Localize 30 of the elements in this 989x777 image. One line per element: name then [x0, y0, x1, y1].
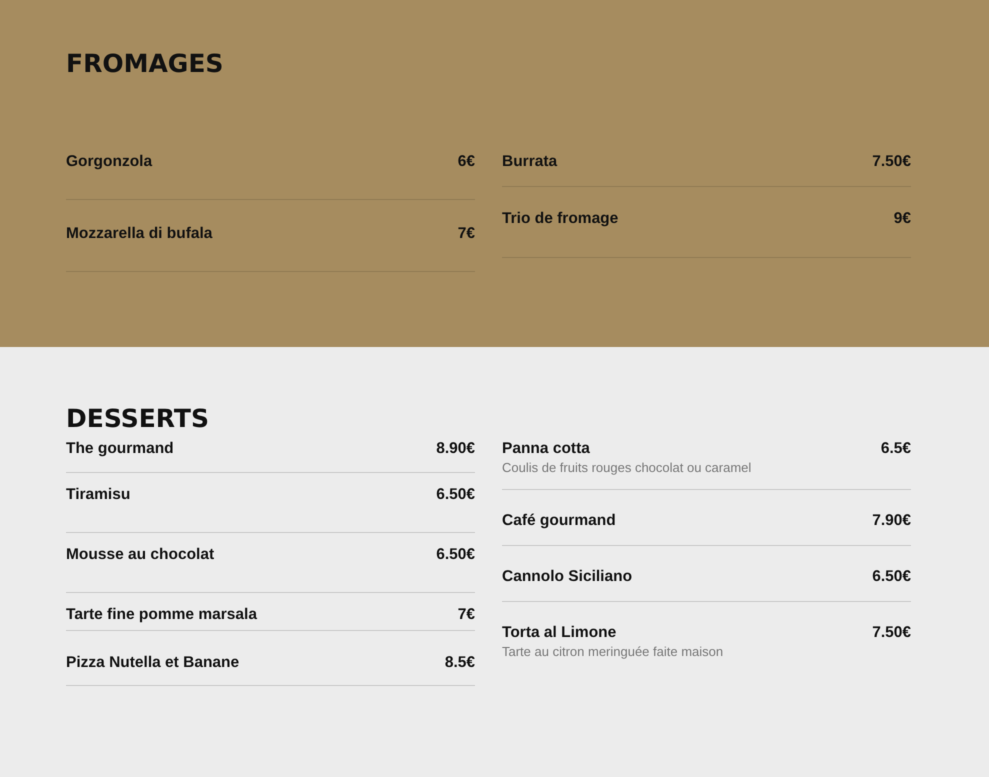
- dish-name: Panna cotta: [502, 439, 590, 459]
- dish-price: 9€: [894, 209, 911, 229]
- dish-name: Burrata: [502, 152, 558, 172]
- dish-name: Tarte fine pomme marsala: [66, 605, 257, 625]
- dish-price: 6.50€: [436, 485, 475, 505]
- dish-name: Café gourmand: [502, 511, 616, 531]
- dish-price: 6€: [458, 152, 475, 172]
- dish-name: Mozzarella di bufala: [66, 224, 212, 244]
- dish-description: Coulis de fruits rouges chocolat ou caramel: [502, 460, 752, 476]
- section-title: DESSERTS: [66, 403, 209, 435]
- dish-name: Tiramisu: [66, 485, 130, 505]
- section-title: FROMAGES: [66, 48, 224, 80]
- dish-price: 8.90€: [436, 439, 475, 459]
- dish-price: 8.5€: [444, 653, 475, 673]
- dish-price: 6.5€: [880, 439, 911, 459]
- dish-price: 6.50€: [872, 567, 911, 587]
- dish-name: Cannolo Siciliano: [502, 567, 632, 587]
- dish-name: Torta al Limone: [502, 623, 616, 643]
- dish-name: Pizza Nutella et Banane: [66, 653, 240, 673]
- dish-name: The gourmand: [66, 439, 174, 459]
- dish-price: 7.90€: [872, 511, 911, 531]
- dish-name: Gorgonzola: [66, 152, 152, 172]
- dish-price: 7.50€: [872, 623, 911, 643]
- dish-price: 6.50€: [436, 545, 475, 565]
- dish-name: Trio de fromage: [502, 209, 618, 229]
- dish-price: 7€: [458, 224, 475, 244]
- dish-price: 7€: [458, 605, 475, 625]
- dish-description: Tarte au citron meringuée faite maison: [502, 644, 724, 660]
- dish-name: Mousse au chocolat: [66, 545, 214, 565]
- dish-price: 7.50€: [872, 152, 911, 172]
